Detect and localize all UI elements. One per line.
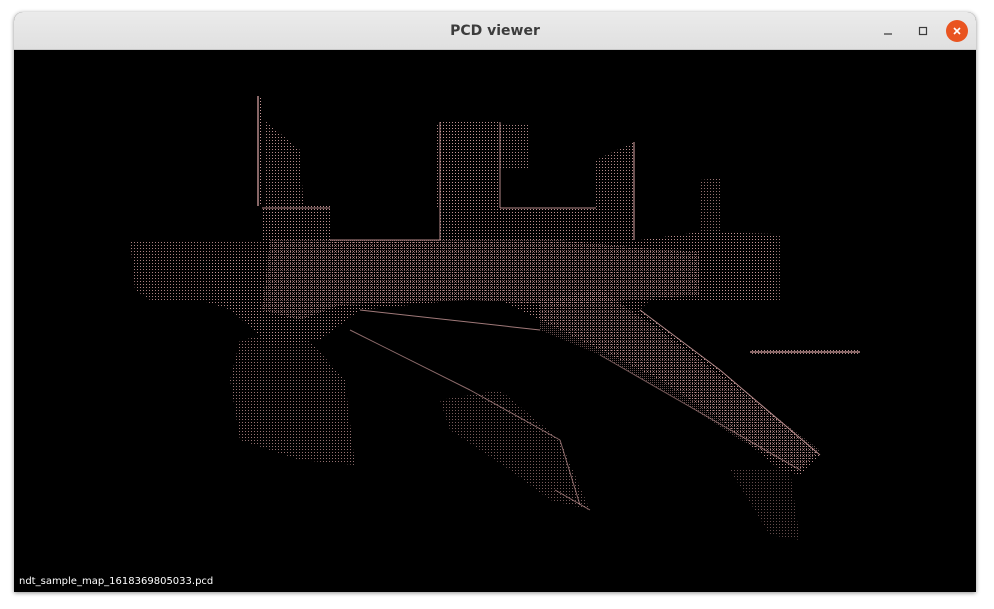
point-cloud-render[interactable] — [14, 50, 976, 592]
point-cloud-region — [264, 120, 305, 235]
point-cloud-viewport[interactable]: ndt_sample_map_1618369805033.pcd — [14, 50, 976, 592]
point-cloud-points — [130, 96, 860, 540]
point-cloud-region — [440, 390, 590, 510]
maximize-icon — [918, 26, 928, 36]
point-cloud-edge — [349, 329, 471, 391]
window-title: PCD viewer — [450, 23, 540, 39]
point-cloud-edge — [359, 309, 541, 331]
point-cloud-region — [596, 142, 634, 240]
point-cloud-region — [730, 470, 800, 540]
close-button[interactable] — [946, 20, 968, 42]
minimize-icon — [884, 33, 892, 35]
close-icon — [953, 27, 961, 35]
maximize-button[interactable] — [912, 20, 934, 42]
point-cloud-region — [436, 124, 530, 208]
point-cloud-region — [700, 178, 780, 300]
point-cloud-region — [130, 240, 262, 320]
minimize-button[interactable] — [877, 20, 899, 42]
pcd-file-label: ndt_sample_map_1618369805033.pcd — [19, 576, 214, 587]
point-cloud-region — [540, 290, 820, 470]
title-bar[interactable]: PCD viewer — [14, 12, 976, 50]
pcd-viewer-window: PCD viewer ndt_sample_map_1618369805033.… — [14, 12, 976, 592]
point-cloud-region — [230, 330, 355, 465]
